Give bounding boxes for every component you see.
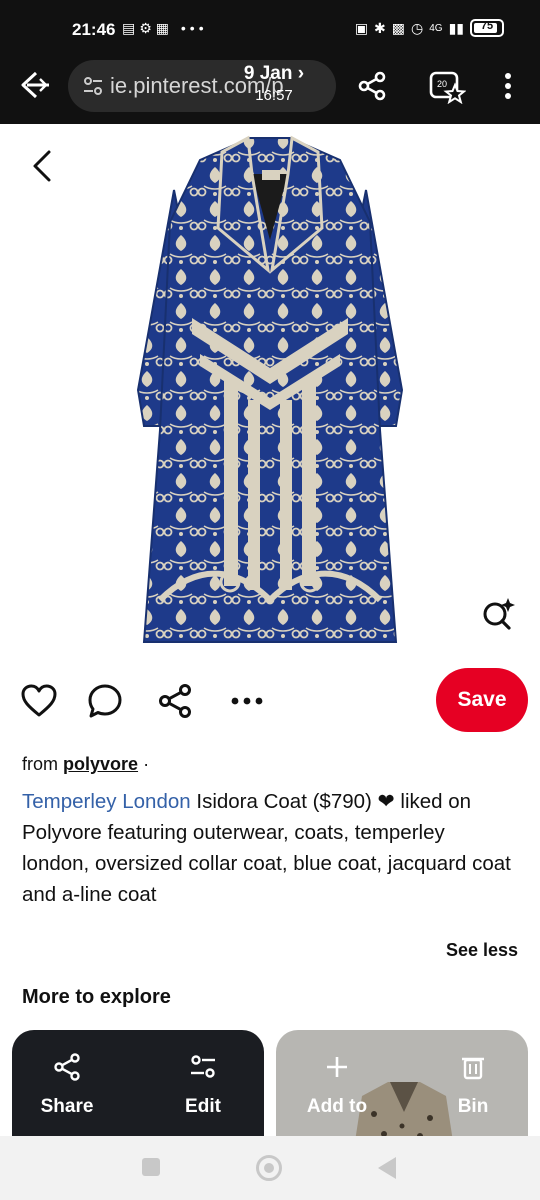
nfc-icon: ▣ [354,19,369,36]
share-tray-button[interactable]: Share [12,1052,122,1118]
home-icon[interactable] [256,1155,282,1181]
save-button[interactable]: Save [436,668,528,732]
from-prefix: from [22,754,58,774]
source-line: from polyvore · [22,754,149,775]
alarm-clock-icon: ◷ [411,19,424,36]
tab-count: 20 [437,79,447,89]
notification-icons: ▤⚙▦ ••• [122,20,208,36]
trash-icon [462,1057,484,1080]
status-time: 21:46 [72,20,116,39]
system-nav-bar [0,1136,540,1200]
visual-search-icon [483,598,515,630]
edit-sliders-icon [191,1055,215,1078]
battery-level: 75 [480,20,494,32]
add-to-label: Add to [306,1096,368,1117]
comment-icon[interactable] [86,682,124,720]
edit-label: Edit [185,1096,221,1117]
site-settings-icon[interactable] [82,75,104,97]
pin-image-area[interactable] [0,124,540,664]
status-bar: 21:46 ▤⚙▦ ••• ▣ ✱ ▩ ◷ 4G ▮▮ 75 [0,0,540,48]
edit-tray-button[interactable]: Edit [148,1052,258,1118]
share-icon [54,1053,80,1081]
bluetooth-icon: ✱ [374,19,386,36]
pin-description: Temperley London Isidora Coat ($790) ❤ l… [22,786,512,910]
brand-link[interactable]: Temperley London [22,790,191,813]
bin-label: Bin [457,1096,489,1117]
network-label: 4G [429,22,443,34]
time-label: 16:57 [255,87,293,104]
more-menu-icon[interactable] [496,70,520,102]
back-icon[interactable] [378,1157,396,1179]
vibrate-icon: ▩ [391,19,406,36]
see-less-button[interactable]: See less [446,940,518,961]
visual-search-button[interactable] [470,586,526,642]
action-tray-right: Add to Bin [276,1030,528,1136]
action-tray-left: Share Edit [12,1030,264,1136]
source-link[interactable]: polyvore [63,754,138,774]
plus-icon [327,1057,347,1077]
coat-image [136,135,404,643]
share-icon[interactable] [156,682,194,720]
bin-tray-button[interactable]: Bin [418,1052,528,1118]
more-dots: ••• [180,20,208,36]
share-icon[interactable] [356,70,388,102]
source-separator: · [143,754,150,774]
status-indicators: ▣ ✱ ▩ ◷ 4G ▮▮ 75 [355,19,504,37]
pin-action-row: Save [0,668,540,734]
date-overlay: 9 Jan › 16:57 [226,63,322,104]
add-to-tray-button[interactable]: Add to [282,1052,392,1118]
more-to-explore-heading: More to explore [22,986,171,1008]
home-exit-icon[interactable] [18,68,54,104]
heart-icon[interactable] [20,682,58,720]
browser-toolbar: ie.pinterest.com/p 9 Jan › 16:57 20 [0,48,540,124]
battery-icon: 75 [470,19,504,37]
back-arrow-icon[interactable] [22,146,62,186]
more-options-icon[interactable] [228,682,266,720]
recents-icon[interactable] [142,1158,160,1176]
share-label: Share [40,1096,94,1117]
date-label: 9 Jan › [243,63,305,84]
tabs-icon[interactable]: 20 [428,68,466,104]
signal-icon: ▮▮ [448,19,464,36]
